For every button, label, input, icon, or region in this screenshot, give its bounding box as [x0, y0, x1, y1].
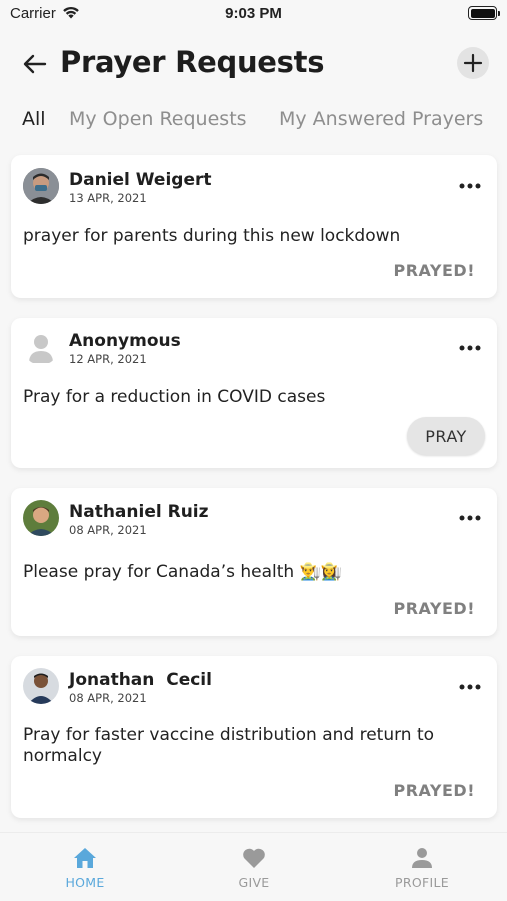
prayer-request-card: Daniel Weigert 13 APR, 2021 prayer for p…	[11, 155, 497, 298]
prayed-status: PRAYED!	[393, 599, 475, 618]
avatar	[23, 168, 59, 204]
filter-tabs: All My Open Requests My Answered Prayers	[0, 108, 507, 138]
author-name: Nathaniel Ruiz	[69, 502, 209, 522]
request-message: Please pray for Canada’s health 👨‍🌾👩‍🌾	[23, 562, 342, 582]
request-date: 12 APR, 2021	[69, 352, 147, 366]
more-options-icon[interactable]	[459, 684, 481, 690]
more-options-icon[interactable]	[459, 183, 481, 189]
back-arrow-icon[interactable]	[20, 49, 50, 79]
tab-give[interactable]: GIVE	[199, 833, 309, 901]
pray-button[interactable]: PRAY	[407, 417, 485, 455]
status-time: 9:03 PM	[225, 5, 282, 22]
prayer-request-card: Anonymous 12 APR, 2021 Pray for a reduct…	[11, 318, 497, 468]
tab-give-label: GIVE	[238, 875, 270, 890]
author-name: Anonymous	[69, 331, 181, 351]
request-date: 08 APR, 2021	[69, 691, 147, 705]
battery-icon	[468, 6, 500, 20]
prayer-request-card: Nathaniel Ruiz 08 APR, 2021 Please pray …	[11, 488, 497, 636]
bottom-tab-bar: HOME GIVE PROFILE	[0, 832, 507, 900]
avatar	[23, 329, 59, 365]
status-bar: Carrier 9:03 PM	[0, 0, 507, 30]
request-date: 08 APR, 2021	[69, 523, 147, 537]
home-icon	[74, 848, 96, 868]
prayed-status: PRAYED!	[393, 781, 475, 800]
author-name: Jonathan Cecil	[69, 670, 212, 690]
tab-my-answered-prayers[interactable]: My Answered Prayers	[279, 108, 483, 130]
more-options-icon[interactable]	[459, 515, 481, 521]
tab-profile-label: PROFILE	[395, 875, 449, 890]
tab-home[interactable]: HOME	[30, 833, 140, 901]
plus-icon	[463, 53, 483, 73]
prayed-status: PRAYED!	[393, 261, 475, 280]
request-date: 13 APR, 2021	[69, 191, 147, 205]
person-icon	[412, 848, 432, 868]
tab-home-label: HOME	[65, 875, 105, 890]
tab-profile[interactable]: PROFILE	[367, 833, 477, 901]
header: Prayer Requests	[0, 40, 507, 88]
page-title: Prayer Requests	[60, 45, 325, 79]
request-message: Pray for a reduction in COVID cases	[23, 387, 326, 407]
heart-icon	[243, 848, 265, 868]
request-message: Pray for faster vaccine distribution and…	[23, 725, 435, 766]
author-name: Daniel Weigert	[69, 170, 212, 190]
more-options-icon[interactable]	[459, 345, 481, 351]
avatar	[23, 668, 59, 704]
avatar	[23, 500, 59, 536]
add-request-button[interactable]	[457, 47, 489, 79]
prayer-request-card: Jonathan Cecil 08 APR, 2021 Pray for fas…	[11, 656, 497, 818]
request-message: prayer for parents during this new lockd…	[23, 226, 401, 246]
tab-all[interactable]: All	[22, 108, 46, 130]
tab-my-open-requests[interactable]: My Open Requests	[69, 108, 247, 130]
